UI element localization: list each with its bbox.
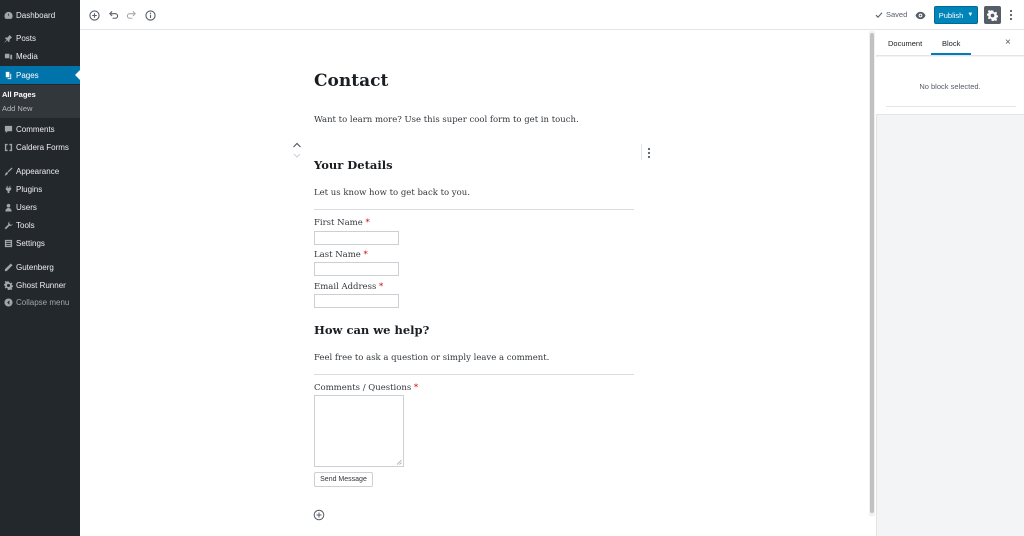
- wrench-icon: [1, 219, 15, 231]
- undo-icon[interactable]: [107, 9, 119, 21]
- required-mark: *: [363, 250, 368, 260]
- sidebar-item-users[interactable]: Users: [0, 198, 80, 216]
- sidebar-item-pages[interactable]: Pages: [0, 66, 80, 84]
- pencil-icon: [1, 261, 15, 273]
- required-mark: *: [365, 218, 370, 228]
- block-mover-up-icon[interactable]: [291, 140, 303, 160]
- sidebar-item-label: Dashboard: [16, 10, 56, 20]
- plugin-icon: [1, 183, 15, 195]
- sidebar-item-label: Caldera Forms: [16, 142, 69, 152]
- sidebar-item-label: Plugins: [16, 184, 43, 194]
- collapse-icon: [1, 296, 15, 308]
- sidebar-item-caldera-forms[interactable]: Caldera Forms: [0, 138, 80, 156]
- saved-label: Saved: [886, 10, 908, 19]
- saved-status: Saved: [875, 10, 907, 19]
- email-label: Email Address *: [314, 282, 383, 292]
- sidebar-item-comments[interactable]: Comments: [0, 120, 80, 138]
- section-divider: [314, 209, 634, 210]
- comments-textarea[interactable]: [314, 395, 404, 467]
- comments-label: Comments / Questions *: [314, 383, 418, 393]
- sidebar-item-label: Comments: [16, 124, 55, 134]
- preview-eye-icon[interactable]: [914, 9, 926, 21]
- block-toolbar-divider: [641, 144, 642, 160]
- sidebar-item-label: Tools: [16, 220, 35, 230]
- pin-icon: [1, 32, 15, 44]
- redo-icon[interactable]: [125, 9, 137, 21]
- sidebar-item-plugins[interactable]: Plugins: [0, 180, 80, 198]
- block-more-options-icon[interactable]: [647, 146, 655, 159]
- sidebar-item-label: Posts: [16, 33, 37, 43]
- sidebar-item-posts[interactable]: Posts: [0, 29, 80, 47]
- admin-sidebar: Dashboard Posts Media Pages All Pages Ad…: [0, 0, 80, 536]
- sidebar-item-media[interactable]: Media: [0, 47, 80, 65]
- section-heading-your-details[interactable]: Your Details: [314, 158, 393, 172]
- publish-button[interactable]: Publish ▼: [934, 6, 978, 24]
- resize-handle-icon[interactable]: [396, 459, 402, 465]
- tab-document[interactable]: Document: [888, 39, 922, 48]
- dashboard-icon: [1, 9, 15, 21]
- page-title[interactable]: Contact: [314, 71, 388, 91]
- add-block-icon[interactable]: [88, 9, 100, 21]
- submenu-add-new[interactable]: Add New: [2, 104, 32, 113]
- sidebar-item-label: Gutenberg: [16, 262, 54, 272]
- gear-icon: [987, 9, 998, 21]
- settings-toggle-button[interactable]: [984, 6, 1001, 24]
- editor-toolbar: Saved Publish ▼: [80, 0, 1024, 30]
- sidebar-item-label: Ghost Runner: [16, 280, 66, 290]
- settings-icon: [1, 237, 15, 249]
- more-options-icon[interactable]: [1007, 8, 1015, 22]
- active-tab-indicator: [931, 53, 971, 55]
- sidebar-item-label: Users: [16, 202, 37, 212]
- caldera-icon: [1, 141, 15, 153]
- media-icon: [1, 50, 15, 62]
- first-name-label: First Name *: [314, 218, 370, 228]
- sidebar-item-label: Pages: [16, 70, 39, 80]
- required-mark: *: [413, 383, 419, 393]
- panel-divider: [886, 106, 1016, 107]
- brush-icon: [1, 165, 15, 177]
- tab-block[interactable]: Block: [942, 39, 960, 48]
- sidebar-item-tools[interactable]: Tools: [0, 216, 80, 234]
- section-text-your-details[interactable]: Let us know how to get back to you.: [314, 188, 470, 198]
- required-mark: *: [379, 282, 384, 292]
- sidebar-item-label: Media: [16, 51, 38, 61]
- comment-icon: [1, 123, 15, 135]
- add-block-inline-icon[interactable]: [313, 508, 325, 521]
- comments-label-text: Comments / Questions: [314, 383, 412, 393]
- sidebar-item-ghost-runner[interactable]: Ghost Runner: [0, 276, 80, 294]
- last-name-input[interactable]: [314, 262, 399, 276]
- section-divider: [314, 374, 634, 375]
- no-block-message: No block selected.: [919, 82, 981, 91]
- pages-submenu: All Pages Add New: [0, 85, 80, 118]
- first-name-input[interactable]: [314, 231, 399, 245]
- intro-paragraph[interactable]: Want to learn more? Use this super cool …: [314, 115, 579, 125]
- sidebar-item-dashboard[interactable]: Dashboard: [0, 6, 80, 24]
- email-input[interactable]: [314, 294, 399, 308]
- editor-scrollbar-thumb[interactable]: [870, 33, 874, 513]
- pages-icon: [1, 69, 15, 81]
- sidebar-item-label: Settings: [16, 238, 45, 248]
- user-icon: [1, 201, 15, 213]
- gear-icon: [1, 279, 15, 291]
- sidebar-collapse-menu[interactable]: Collapse menu: [0, 293, 80, 311]
- last-name-label: Last Name *: [314, 250, 368, 260]
- editor-canvas[interactable]: [80, 31, 866, 536]
- email-label-text: Email Address: [314, 282, 377, 292]
- submenu-all-pages[interactable]: All Pages: [2, 90, 36, 99]
- caret-down-icon: ▼: [967, 12, 974, 18]
- last-name-label-text: Last Name: [314, 250, 361, 260]
- sidebar-item-appearance[interactable]: Appearance: [0, 162, 80, 180]
- sidebar-item-gutenberg[interactable]: Gutenberg: [0, 258, 80, 276]
- check-icon: [875, 11, 883, 18]
- close-icon[interactable]: ×: [1005, 37, 1011, 48]
- send-message-button[interactable]: Send Message: [314, 472, 373, 487]
- section-text-how-can-we-help[interactable]: Feel free to ask a question or simply le…: [314, 353, 549, 363]
- info-icon[interactable]: [144, 9, 156, 21]
- first-name-label-text: First Name: [314, 218, 363, 228]
- sidebar-item-label: Appearance: [16, 166, 60, 176]
- sidebar-item-settings[interactable]: Settings: [0, 234, 80, 252]
- publish-label: Publish: [938, 10, 964, 20]
- section-heading-how-can-we-help[interactable]: How can we help?: [314, 323, 429, 337]
- sidebar-item-label: Collapse menu: [16, 297, 70, 307]
